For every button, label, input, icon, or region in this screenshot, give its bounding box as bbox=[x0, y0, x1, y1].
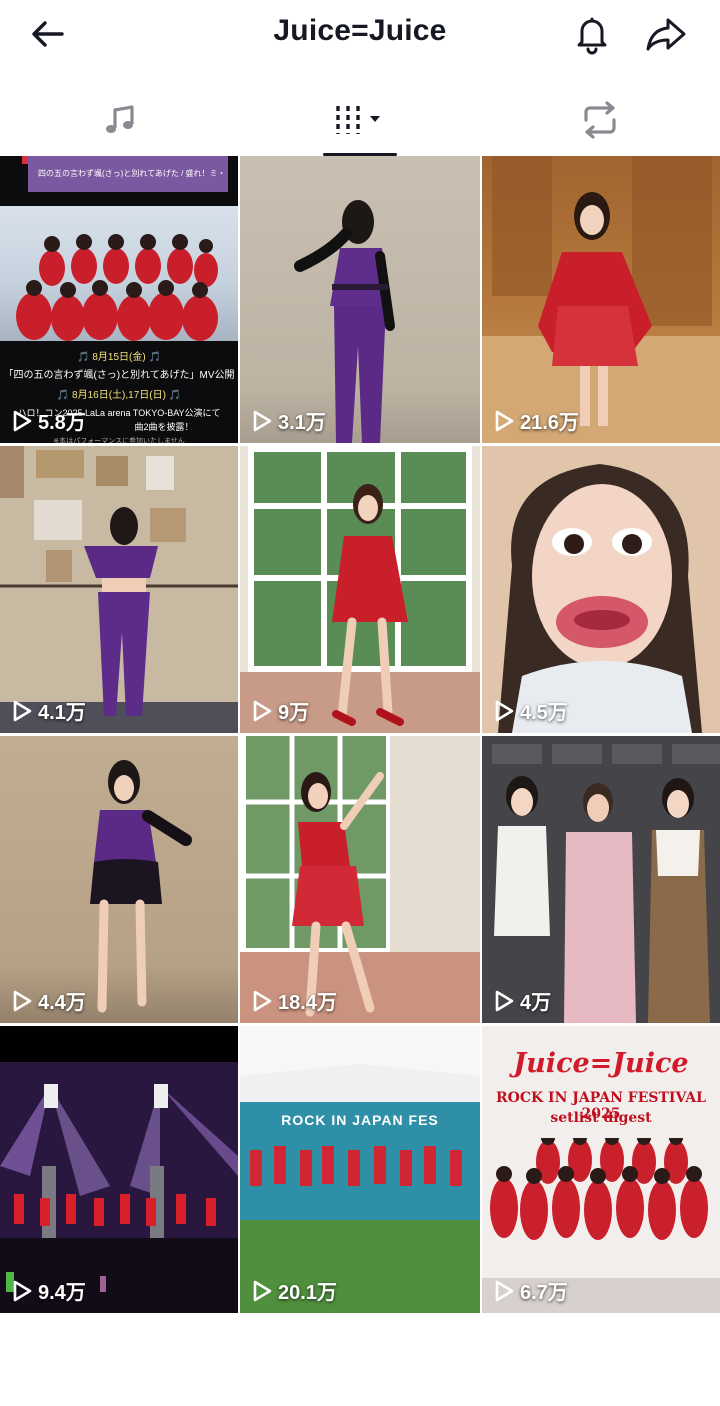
video-tile[interactable]: 4.4万 bbox=[0, 736, 238, 1023]
view-count-label: 18.4万 bbox=[278, 992, 337, 1014]
video-thumbnail: ROCK IN JAPAN FES bbox=[240, 1026, 480, 1313]
video-thumbnail: Juice=Juice ROCK IN JAPAN FESTIVAL 2025 … bbox=[482, 1026, 720, 1313]
view-count-label: 20.1万 bbox=[278, 1282, 337, 1304]
caption-box: 四の五の言わず颯(さっ)と別れてあげた / 盛れ！ミ・アモーレ bbox=[28, 156, 228, 214]
group-illustration bbox=[482, 736, 720, 1023]
video-thumbnail bbox=[240, 736, 480, 1023]
view-count-label: 9.4万 bbox=[38, 1282, 86, 1304]
video-tile[interactable]: 21.6万 bbox=[482, 156, 720, 443]
repost-icon bbox=[584, 101, 616, 139]
video-grid: 四の五の言わず颯(さっ)と別れてあげた / 盛れ！ミ・アモーレ bbox=[0, 156, 720, 1313]
play-icon bbox=[495, 990, 514, 1011]
performer-illustration bbox=[0, 446, 238, 733]
performer-illustration bbox=[240, 446, 480, 733]
video-tile[interactable]: 3.1万 bbox=[240, 156, 480, 443]
festival-illustration bbox=[240, 1026, 480, 1313]
notification-button[interactable] bbox=[568, 10, 616, 58]
video-thumbnail bbox=[482, 446, 720, 733]
view-count: 4.4万 bbox=[12, 986, 86, 1015]
group-photo-illustration bbox=[16, 234, 218, 341]
content-tabs bbox=[0, 84, 720, 156]
view-count: 4.5万 bbox=[494, 696, 568, 725]
video-thumbnail bbox=[482, 156, 720, 443]
video-tile[interactable]: 18.4万 bbox=[240, 736, 480, 1023]
face-filter-illustration bbox=[498, 464, 702, 733]
view-count-label: 4.1万 bbox=[38, 702, 86, 724]
view-count-label: 4.4万 bbox=[38, 992, 86, 1014]
video-tile[interactable]: 四の五の言わず颯(さっ)と別れてあげた / 盛れ！ミ・アモーレ bbox=[0, 156, 238, 443]
view-count: 21.6万 bbox=[494, 406, 579, 435]
play-icon bbox=[13, 410, 32, 431]
performer-illustration bbox=[90, 760, 192, 1013]
digest-subtitle: setlist digest bbox=[550, 1110, 652, 1126]
video-tile[interactable]: 4.5万 bbox=[482, 446, 720, 733]
view-count-label: 9万 bbox=[278, 702, 310, 724]
share-icon bbox=[646, 18, 686, 51]
view-count-label: 5.8万 bbox=[38, 412, 86, 434]
tab-videos[interactable] bbox=[240, 84, 480, 156]
video-thumbnail: 四の五の言わず颯(さっ)と別れてあげた / 盛れ！ミ・アモーレ bbox=[0, 156, 238, 443]
view-count-label: 3.1万 bbox=[278, 412, 326, 434]
view-count: 9万 bbox=[252, 696, 309, 725]
play-icon bbox=[13, 990, 32, 1011]
play-icon bbox=[13, 1280, 32, 1301]
play-icon bbox=[13, 700, 32, 721]
top-bar: Juice=Juice bbox=[0, 0, 720, 68]
video-tile[interactable]: 9.4万 bbox=[0, 1026, 238, 1313]
performer-illustration bbox=[482, 156, 720, 443]
play-icon bbox=[253, 990, 272, 1011]
video-thumbnail bbox=[240, 446, 480, 733]
video-thumbnail bbox=[482, 736, 720, 1023]
video-thumbnail bbox=[0, 736, 238, 1023]
tab-music[interactable] bbox=[0, 84, 240, 156]
video-tile[interactable]: ROCK IN JAPAN FES 20.1万 bbox=[240, 1026, 480, 1313]
filter-sort-icon bbox=[336, 106, 380, 134]
view-count: 4万 bbox=[494, 986, 551, 1015]
stage-illustration bbox=[0, 1062, 238, 1313]
view-count: 5.8万 bbox=[12, 406, 86, 435]
video-tile[interactable]: Juice=Juice ROCK IN JAPAN FESTIVAL 2025 … bbox=[482, 1026, 720, 1313]
video-tile[interactable]: 9万 bbox=[240, 446, 480, 733]
view-count: 6.7万 bbox=[494, 1276, 568, 1305]
play-icon bbox=[253, 700, 272, 721]
view-count: 20.1万 bbox=[252, 1276, 337, 1305]
view-count: 3.1万 bbox=[252, 406, 326, 435]
play-icon bbox=[495, 700, 514, 721]
view-count: 18.4万 bbox=[252, 986, 337, 1015]
share-button[interactable] bbox=[642, 10, 690, 58]
view-count: 9.4万 bbox=[12, 1276, 86, 1305]
view-count-label: 4万 bbox=[520, 992, 552, 1014]
video-thumbnail bbox=[240, 156, 480, 443]
video-tile[interactable]: 4.1万 bbox=[0, 446, 238, 733]
tab-reposts[interactable] bbox=[480, 84, 720, 156]
play-icon bbox=[495, 1280, 514, 1301]
video-thumbnail bbox=[0, 446, 238, 733]
brand-logo-text: Juice=Juice bbox=[513, 1048, 689, 1079]
play-icon bbox=[253, 410, 272, 431]
view-count-label: 21.6万 bbox=[520, 412, 579, 434]
music-note-icon bbox=[106, 105, 134, 133]
view-count-label: 6.7万 bbox=[520, 1282, 568, 1304]
view-count-label: 4.5万 bbox=[520, 702, 568, 724]
video-tile[interactable]: 4万 bbox=[482, 736, 720, 1023]
video-thumbnail bbox=[0, 1026, 238, 1313]
view-count: 4.1万 bbox=[12, 696, 86, 725]
play-icon bbox=[495, 410, 514, 431]
bell-icon bbox=[577, 17, 607, 55]
performer-illustration bbox=[294, 200, 395, 443]
performer-illustration bbox=[240, 736, 480, 1023]
festival-banner: ROCK IN JAPAN FES bbox=[281, 1112, 439, 1128]
play-icon bbox=[253, 1280, 272, 1301]
